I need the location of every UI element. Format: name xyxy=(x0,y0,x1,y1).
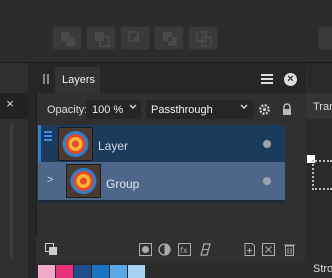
panel-grip-icon[interactable] xyxy=(43,74,49,84)
chevron-right-icon[interactable]: > xyxy=(47,174,53,186)
color-swatch[interactable] xyxy=(128,265,145,278)
selection-outline xyxy=(312,160,332,190)
layers-panel-title: Layers xyxy=(62,74,96,86)
trash-icon[interactable] xyxy=(283,243,296,256)
top-toolbar xyxy=(0,0,332,62)
opacity-value[interactable]: 100 % xyxy=(92,104,123,116)
group-name[interactable]: Group xyxy=(106,177,139,191)
blend-mode-value[interactable]: Passthrough xyxy=(151,104,213,116)
selection-indicator xyxy=(38,125,41,162)
boolean-subtract-icon xyxy=(95,32,110,47)
boolean-divide-icon xyxy=(196,31,212,47)
color-swatch[interactable] xyxy=(110,265,127,278)
boolean-xor-button[interactable] xyxy=(154,26,184,50)
group-thumbnail xyxy=(66,164,101,198)
layer-thumbnail xyxy=(58,127,93,161)
left-panel-close-icon[interactable]: × xyxy=(3,97,17,111)
new-layer-icon[interactable] xyxy=(243,243,256,256)
new-group-icon[interactable] xyxy=(262,243,275,256)
chevron-down-icon[interactable] xyxy=(129,103,137,111)
left-panel-scrollbar[interactable] xyxy=(10,124,13,259)
layer-name[interactable]: Layer xyxy=(98,139,128,153)
boolean-subtract-button[interactable] xyxy=(86,26,116,50)
gear-icon[interactable] xyxy=(258,103,271,116)
copy-layers-icon[interactable] xyxy=(45,243,58,256)
hamburger-icon[interactable] xyxy=(261,74,273,84)
adjustments-icon[interactable] xyxy=(158,243,171,256)
boolean-add-button[interactable] xyxy=(52,26,82,50)
svg-text:fx: fx xyxy=(180,246,188,255)
color-swatch[interactable] xyxy=(74,265,91,278)
target-image xyxy=(70,168,97,194)
color-swatch[interactable] xyxy=(38,265,55,278)
tab-stroke-label[interactable]: Stro xyxy=(313,263,332,275)
lock-icon[interactable] xyxy=(281,103,293,116)
visibility-toggle[interactable] xyxy=(263,177,271,185)
target-image xyxy=(62,131,89,157)
boolean-divide-button[interactable] xyxy=(188,26,218,50)
tab-transform-label: Tran xyxy=(313,101,332,113)
color-swatch[interactable] xyxy=(56,265,73,278)
toolbar-divider xyxy=(0,62,332,63)
live-filter-icon[interactable]: fx xyxy=(178,243,191,256)
color-swatch[interactable] xyxy=(92,265,109,278)
boolean-add-icon xyxy=(61,32,75,46)
toolbar-overflow-button[interactable] xyxy=(318,26,332,50)
close-icon[interactable]: × xyxy=(284,73,297,86)
opacity-label: Opacity: xyxy=(47,104,88,116)
boolean-xor-icon xyxy=(163,32,177,46)
boolean-intersect-button[interactable] xyxy=(120,26,150,50)
visibility-toggle[interactable] xyxy=(263,140,271,148)
chevron-down-icon[interactable] xyxy=(240,103,248,111)
boolean-intersect-icon xyxy=(128,31,139,42)
mask-icon[interactable] xyxy=(139,243,152,256)
pixel-layer-icon xyxy=(44,131,52,142)
fill-layer-icon[interactable] xyxy=(199,243,212,256)
